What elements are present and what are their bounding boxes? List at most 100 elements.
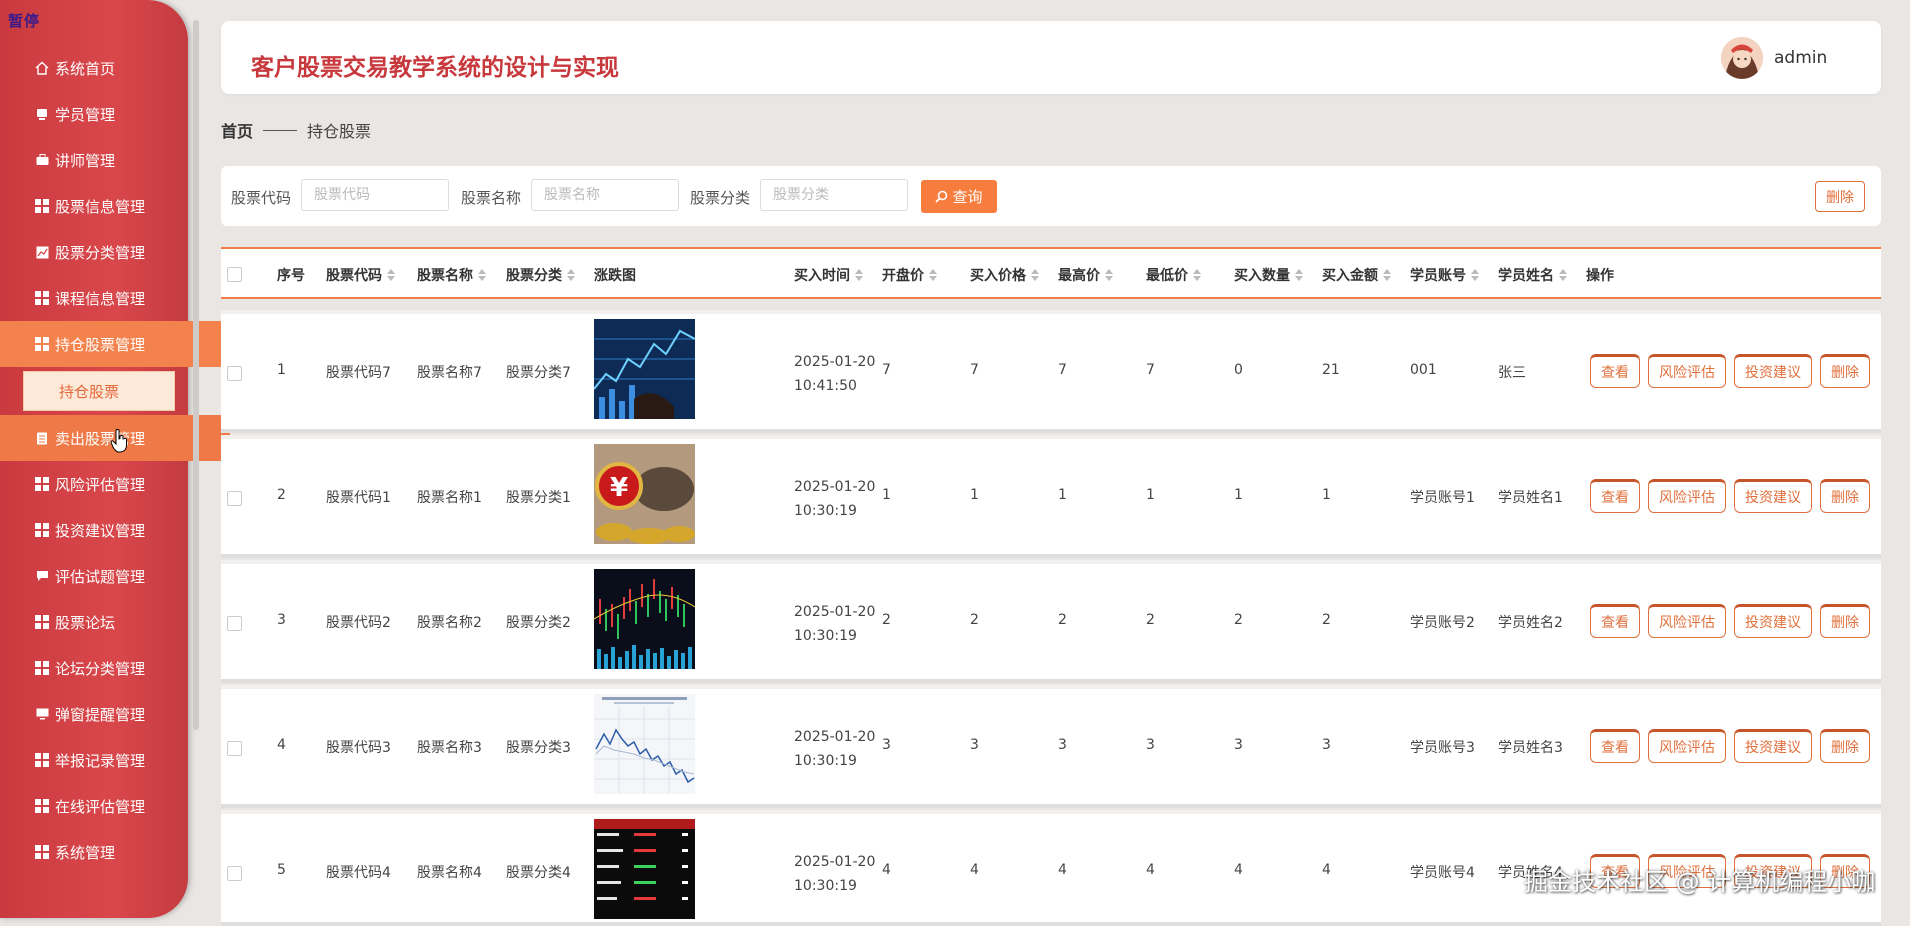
sidebar-item-stock-forum[interactable]: 股票论坛: [0, 599, 188, 645]
view-button[interactable]: 查看: [1590, 604, 1640, 638]
sort-icon[interactable]: [478, 269, 486, 281]
risk-assessment-button[interactable]: 风险评估: [1648, 479, 1726, 513]
sort-icon[interactable]: [1295, 269, 1303, 281]
view-button[interactable]: 查看: [1590, 354, 1640, 388]
sort-icon[interactable]: [1031, 269, 1039, 281]
sort-icon[interactable]: [1193, 269, 1201, 281]
cell-buy-clock: 10:30:19: [794, 503, 857, 519]
stock-code-input[interactable]: [301, 179, 449, 211]
column-high[interactable]: 最高价: [1058, 265, 1113, 285]
home-icon: [34, 60, 50, 76]
investment-advice-button[interactable]: 投资建议: [1734, 479, 1812, 513]
investment-advice-button[interactable]: 投资建议: [1734, 354, 1812, 388]
risk-assessment-button[interactable]: 风险评估: [1648, 729, 1726, 763]
sort-icon[interactable]: [1471, 269, 1479, 281]
row-checkbox[interactable]: [227, 491, 242, 506]
sidebar-item-teachers[interactable]: 讲师管理: [0, 137, 188, 183]
chart-thumbnail[interactable]: [594, 569, 695, 669]
grid-icon: [34, 752, 50, 768]
cell-qty: 4: [1234, 862, 1243, 878]
cell-low: 4: [1146, 862, 1155, 878]
breadcrumb-home[interactable]: 首页: [221, 118, 253, 142]
column-code-label: 股票代码: [326, 268, 382, 284]
delete-button[interactable]: 删除: [1820, 354, 1870, 388]
sidebar-item-stock-category[interactable]: 股票分类管理: [0, 229, 188, 275]
sidebar-item-course-info[interactable]: 课程信息管理: [0, 275, 188, 321]
row-checkbox[interactable]: [227, 866, 242, 881]
sidebar-item-home[interactable]: 系统首页: [0, 45, 188, 91]
view-button[interactable]: 查看: [1590, 479, 1640, 513]
cell-student-id: 学员账号4: [1410, 865, 1475, 881]
sidebar-item-system-management[interactable]: 系统管理: [0, 829, 188, 875]
submenu-item-holdings[interactable]: 持仓股票: [23, 371, 175, 411]
sort-icon[interactable]: [567, 269, 575, 281]
sidebar-scrollbar[interactable]: [193, 20, 199, 730]
column-category-label: 股票分类: [506, 268, 562, 284]
investment-advice-button[interactable]: 投资建议: [1734, 604, 1812, 638]
chart-thumbnail[interactable]: ¥: [594, 444, 695, 544]
column-amount[interactable]: 买入金额: [1322, 265, 1391, 285]
select-all-checkbox[interactable]: [227, 267, 242, 282]
sidebar-item-forum-category[interactable]: 论坛分类管理: [0, 645, 188, 691]
sidebar-item-stock-info[interactable]: 股票信息管理: [0, 183, 188, 229]
row-checkbox[interactable]: [227, 366, 242, 381]
delete-button[interactable]: 删除: [1820, 729, 1870, 763]
cell-code: 股票代码7: [326, 365, 391, 381]
delete-button[interactable]: 删除: [1820, 479, 1870, 513]
sidebar-item-online-assessment[interactable]: 在线评估管理: [0, 783, 188, 829]
document-icon: [34, 430, 50, 446]
query-button[interactable]: 查询: [921, 180, 997, 213]
sort-icon[interactable]: [1383, 269, 1391, 281]
cell-qty: 3: [1234, 737, 1243, 753]
username[interactable]: admin: [1774, 48, 1827, 68]
cell-category: 股票分类1: [506, 490, 571, 506]
delete-button[interactable]: 删除: [1820, 604, 1870, 638]
column-name-label: 股票名称: [417, 268, 473, 284]
sort-icon[interactable]: [929, 269, 937, 281]
chart-thumbnail[interactable]: [594, 694, 695, 794]
column-code[interactable]: 股票代码: [326, 265, 395, 285]
cell-name: 股票名称3: [417, 740, 482, 756]
column-actions-label: 操作: [1586, 268, 1614, 284]
investment-advice-button[interactable]: 投资建议: [1734, 729, 1812, 763]
risk-assessment-button[interactable]: 风险评估: [1648, 604, 1726, 638]
cell-category: 股票分类4: [506, 865, 571, 881]
column-buy-price[interactable]: 买入价格: [970, 265, 1039, 285]
column-open[interactable]: 开盘价: [882, 265, 937, 285]
column-student-name[interactable]: 学员姓名: [1498, 265, 1567, 285]
sidebar-item-label: 弹窗提醒管理: [55, 705, 146, 724]
sidebar-item-assessment-questions[interactable]: 评估试题管理: [0, 553, 188, 599]
column-student-id[interactable]: 学员账号: [1410, 265, 1479, 285]
stock-category-input[interactable]: [760, 179, 908, 211]
column-buy-time[interactable]: 买入时间: [794, 265, 863, 285]
column-category[interactable]: 股票分类: [506, 265, 575, 285]
sidebar-item-report-records[interactable]: 举报记录管理: [0, 737, 188, 783]
risk-assessment-button[interactable]: 风险评估: [1648, 354, 1726, 388]
column-qty[interactable]: 买入数量: [1234, 265, 1303, 285]
svg-text:¥: ¥: [610, 473, 628, 503]
cell-name: 股票名称4: [417, 865, 482, 881]
chart-thumbnail[interactable]: [594, 819, 695, 919]
cell-buy-time: 2025-01-20 10:30:19: [794, 600, 875, 648]
cell-student-id: 学员账号3: [1410, 740, 1475, 756]
sort-icon[interactable]: [855, 269, 863, 281]
column-low[interactable]: 最低价: [1146, 265, 1201, 285]
cell-amount: 4: [1322, 862, 1331, 878]
sidebar-item-investment-advice[interactable]: 投资建议管理: [0, 507, 188, 553]
stock-name-input[interactable]: [531, 179, 679, 211]
row-checkbox[interactable]: [227, 741, 242, 756]
cell-low: 7: [1146, 362, 1155, 378]
view-button[interactable]: 查看: [1590, 729, 1640, 763]
avatar[interactable]: [1721, 37, 1763, 79]
chart-thumbnail[interactable]: [594, 319, 695, 419]
cell-high: 1: [1058, 487, 1067, 503]
batch-delete-button[interactable]: 删除: [1815, 181, 1865, 212]
sidebar-item-risk-assessment[interactable]: 风险评估管理: [0, 461, 188, 507]
sidebar-item-students[interactable]: 学员管理: [0, 91, 188, 137]
sidebar-item-popup-reminder[interactable]: 弹窗提醒管理: [0, 691, 188, 737]
sort-icon[interactable]: [1105, 269, 1113, 281]
row-checkbox[interactable]: [227, 616, 242, 631]
column-name[interactable]: 股票名称: [417, 265, 486, 285]
sort-icon[interactable]: [387, 269, 395, 281]
sort-icon[interactable]: [1559, 269, 1567, 281]
